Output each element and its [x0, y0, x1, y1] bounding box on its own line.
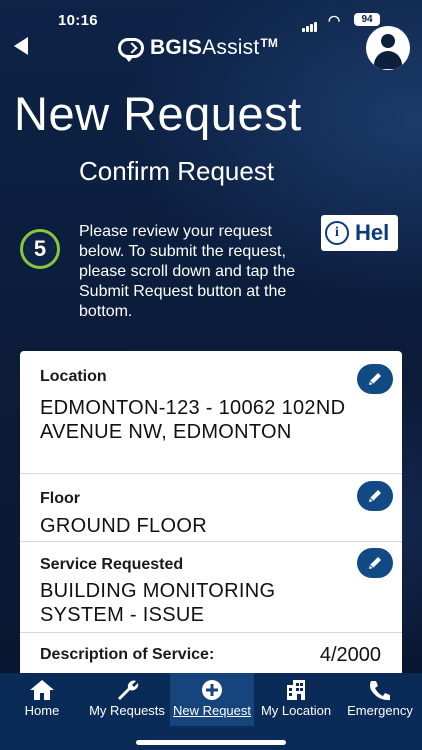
pencil-icon [369, 557, 381, 569]
chat-check-icon [118, 38, 144, 62]
description-label: Description of Service: [40, 646, 215, 663]
step-title: Confirm Request [79, 156, 275, 186]
battery-icon: 94 [354, 13, 380, 26]
tab-label: My Location [260, 703, 332, 718]
location-section: Location EDMONTON-123 - 10062 102ND AVEN… [20, 351, 402, 474]
service-value: BUILDING MONITORING SYSTEM - ISSUE [40, 580, 276, 626]
bottom-tab-bar: Home My Requests New Request My Location… [0, 673, 422, 750]
tab-my-location[interactable]: My Location [254, 673, 338, 726]
tab-label: New Request [172, 703, 252, 718]
pencil-icon [369, 490, 381, 502]
logo-bold: BGIS [150, 36, 203, 59]
tab-my-requests[interactable]: My Requests [84, 673, 170, 726]
step-instructions: Please review your request below. To sub… [79, 223, 296, 320]
service-section: Service Requested BUILDING MONITORING SY… [20, 542, 402, 633]
home-indicator [136, 740, 286, 745]
info-icon: i [325, 221, 349, 245]
floor-label: Floor [40, 490, 80, 507]
tab-emergency[interactable]: Emergency [338, 673, 422, 726]
floor-section: Floor GROUND FLOOR [20, 474, 402, 542]
plus-circle-icon [202, 680, 222, 700]
home-icon [30, 680, 54, 700]
wifi-icon: ◠ [328, 12, 341, 28]
pencil-icon [369, 373, 381, 385]
tab-label: My Requests [89, 703, 165, 718]
page-title: New Request [14, 87, 302, 140]
location-value: EDMONTON-123 - 10062 102ND AVENUE NW, ED… [40, 397, 346, 443]
edit-location-button[interactable] [357, 364, 393, 394]
building-icon [287, 680, 305, 700]
logo-regular: Assist [202, 36, 260, 59]
tab-label: Home [24, 703, 60, 718]
service-label: Service Requested [40, 556, 184, 573]
help-button[interactable]: i Hel [321, 215, 398, 251]
description-char-count: 4/2000 [319, 644, 381, 666]
edit-service-button[interactable] [357, 548, 393, 578]
tab-home[interactable]: Home [0, 673, 84, 726]
wrench-icon [118, 680, 139, 700]
app-logo: BGISAssistTM [118, 33, 278, 63]
help-button-label: Hel [355, 220, 390, 245]
profile-icon[interactable] [366, 26, 410, 70]
phone-icon [370, 681, 390, 701]
edit-floor-button[interactable] [357, 481, 393, 511]
floor-value: GROUND FLOOR [40, 515, 207, 537]
location-label: Location [40, 368, 107, 385]
step-number-badge: 5 [20, 229, 60, 269]
status-time: 10:16 [58, 12, 98, 29]
tab-label: Emergency [347, 703, 413, 718]
tab-new-request[interactable]: New Request [170, 673, 254, 726]
logo-tm: TM [260, 36, 279, 50]
back-arrow-icon[interactable] [14, 37, 28, 55]
request-summary-card: Location EDMONTON-123 - 10062 102ND AVEN… [20, 351, 402, 681]
top-bar: BGISAssistTM [0, 26, 422, 70]
